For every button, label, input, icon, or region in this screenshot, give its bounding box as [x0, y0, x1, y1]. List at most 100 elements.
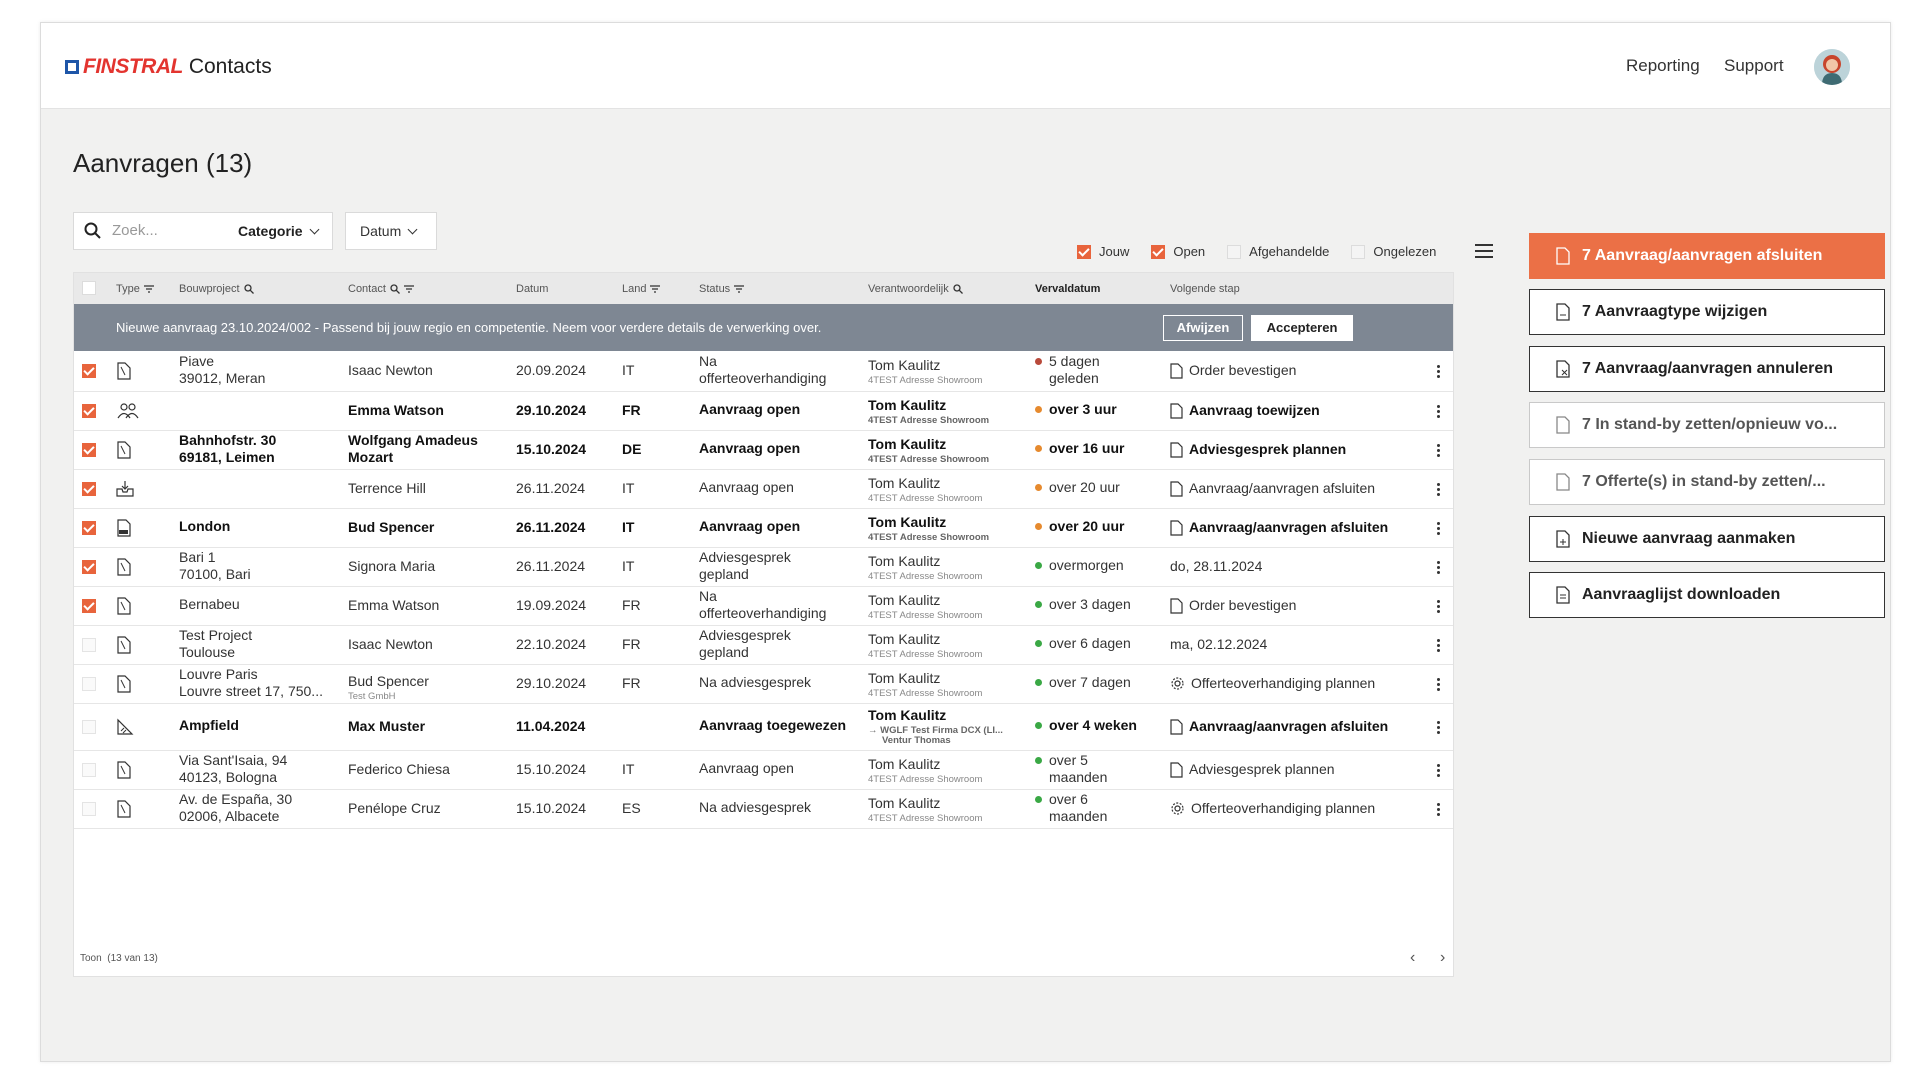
col-datum[interactable]: Datum	[516, 283, 548, 295]
responsible-cell[interactable]: Tom Kaulitz 4TEST Adresse Showroom	[868, 592, 1033, 622]
responsible-cell[interactable]: Tom Kaulitz 4TEST Adresse Showroom	[868, 756, 1033, 786]
table-row[interactable]: Bari 1 70100, Bari Signora Maria 26.11.2024…	[74, 547, 1453, 587]
next-step-cell[interactable]: Adviesgesprek plannen	[1170, 441, 1430, 458]
responsible-cell[interactable]: Tom Kaulitz 4TEST Adresse Showroom	[868, 553, 1033, 583]
finstral-logo[interactable]: FINSTRAL Contacts	[65, 55, 272, 79]
contact-cell[interactable]: Emma Watson	[348, 402, 513, 419]
action-cancel-requests[interactable]: 7 Aanvraag/aanvragen annuleren	[1529, 346, 1885, 392]
row-checkbox[interactable]	[82, 364, 96, 378]
action-change-type[interactable]: 7 Aanvraagtype wijzigen	[1529, 289, 1885, 335]
row-checkbox[interactable]	[82, 676, 96, 691]
responsible-cell[interactable]: Tom Kaulitz 4TEST Adresse Showroom	[868, 357, 1033, 387]
filter-open[interactable]: Open	[1151, 244, 1205, 259]
column-menu-icon[interactable]	[1475, 244, 1493, 262]
row-menu-icon[interactable]	[1437, 802, 1440, 818]
responsible-cell[interactable]: Tom Kaulitz 4TEST Adresse Showroom	[868, 475, 1033, 505]
contact-cell[interactable]: Isaac Newton	[348, 636, 513, 653]
row-menu-icon[interactable]	[1437, 763, 1440, 779]
filter-ongelezen[interactable]: Ongelezen	[1351, 244, 1436, 259]
next-step-cell[interactable]: Aanvraag/aanvragen afsluiten	[1170, 519, 1430, 536]
row-checkbox[interactable]	[82, 719, 96, 734]
row-menu-icon[interactable]	[1437, 638, 1440, 654]
project-cell[interactable]: Bernabeu	[179, 596, 344, 613]
project-cell[interactable]: Av. de España, 30 02006, Albacete	[179, 791, 344, 825]
accept-button[interactable]: Accepteren	[1251, 315, 1353, 341]
date-dropdown[interactable]: Datum	[345, 212, 437, 250]
table-row[interactable]: Piave 39012, Meran Isaac Newton 20.09.2024 I…	[74, 351, 1453, 392]
action-new-request[interactable]: Nieuwe aanvraag aanmaken	[1529, 516, 1885, 562]
responsible-cell[interactable]: Tom Kaulitz → WGLF Test Firma DCX (LI... V…	[868, 707, 1033, 747]
contact-cell[interactable]: Bud Spencer Test GmbH	[348, 673, 513, 703]
responsible-cell[interactable]: Tom Kaulitz 4TEST Adresse Showroom	[868, 631, 1033, 661]
row-menu-icon[interactable]	[1437, 404, 1440, 420]
col-verantwoordelijk[interactable]: Verantwoordelijk	[868, 283, 963, 295]
next-step-cell[interactable]: Offerteoverhandiging plannen	[1170, 675, 1430, 692]
col-type[interactable]: Type	[116, 283, 154, 295]
row-menu-icon[interactable]	[1437, 720, 1440, 736]
row-checkbox[interactable]	[82, 520, 96, 535]
table-row[interactable]: Emma Watson 29.10.2024 FR Aanvraag open Tom …	[74, 391, 1453, 431]
user-avatar[interactable]	[1814, 49, 1850, 85]
project-cell[interactable]: Bahnhofstr. 30 69181, Leimen	[179, 432, 344, 466]
reject-button[interactable]: Afwijzen	[1163, 315, 1243, 341]
row-checkbox[interactable]	[82, 801, 96, 816]
contact-cell[interactable]: Emma Watson	[348, 597, 513, 614]
next-step-cell[interactable]: Adviesgesprek plannen	[1170, 761, 1430, 778]
next-step-cell[interactable]: Aanvraag/aanvragen afsluiten	[1170, 718, 1430, 735]
row-menu-icon[interactable]	[1437, 443, 1440, 459]
table-row[interactable]: Bahnhofstr. 30 69181, Leimen Wolfgang Amad…	[74, 430, 1453, 470]
table-row[interactable]: London Bud Spencer 26.11.2024 IT Aanvraag op…	[74, 508, 1453, 548]
table-row[interactable]: Louvre Paris Louvre street 17, 750... Bud …	[74, 664, 1453, 704]
table-row[interactable]: Bernabeu Emma Watson 19.09.2024 FR Na offerte…	[74, 586, 1453, 626]
project-cell[interactable]: Louvre Paris Louvre street 17, 750...	[179, 666, 344, 700]
action-offer-standby[interactable]: 7 Offerte(s) in stand-by zetten/...	[1529, 459, 1885, 505]
next-step-cell[interactable]: Order bevestigen	[1170, 597, 1430, 614]
contact-cell[interactable]: Max Muster	[348, 718, 513, 735]
responsible-cell[interactable]: Tom Kaulitz 4TEST Adresse Showroom	[868, 514, 1033, 544]
contact-cell[interactable]: Federico Chiesa	[348, 761, 513, 778]
row-menu-icon[interactable]	[1437, 560, 1440, 576]
contact-cell[interactable]: Isaac Newton	[348, 362, 513, 379]
row-checkbox[interactable]	[82, 762, 96, 777]
project-cell[interactable]: London	[179, 518, 344, 535]
filter-jouw[interactable]: Jouw	[1077, 244, 1129, 259]
responsible-cell[interactable]: Tom Kaulitz 4TEST Adresse Showroom	[868, 670, 1033, 700]
table-row[interactable]: Terrence Hill 26.11.2024 IT Aanvraag open To…	[74, 469, 1453, 509]
next-step-cell[interactable]: Offerteoverhandiging plannen	[1170, 800, 1430, 817]
row-menu-icon[interactable]	[1437, 482, 1440, 498]
row-checkbox[interactable]	[82, 403, 96, 418]
row-checkbox[interactable]	[82, 481, 96, 496]
col-status[interactable]: Status	[699, 283, 745, 295]
project-cell[interactable]: Test Project Toulouse	[179, 627, 344, 661]
action-standby[interactable]: 7 In stand-by zetten/opnieuw vo...	[1529, 402, 1885, 448]
col-land[interactable]: Land	[622, 283, 661, 295]
next-step-cell[interactable]: Aanvraag/aanvragen afsluiten	[1170, 480, 1430, 497]
project-cell[interactable]: Piave 39012, Meran	[179, 353, 344, 387]
contact-cell[interactable]: Wolfgang Amadeus Mozart	[348, 432, 513, 466]
project-cell[interactable]: Bari 1 70100, Bari	[179, 549, 344, 583]
next-step-cell[interactable]: Order bevestigen	[1170, 362, 1430, 379]
col-bouwproject[interactable]: Bouwproject	[179, 283, 254, 295]
category-dropdown[interactable]: Categorie	[238, 223, 320, 239]
contact-cell[interactable]: Penélope Cruz	[348, 800, 513, 817]
responsible-cell[interactable]: Tom Kaulitz 4TEST Adresse Showroom	[868, 795, 1033, 825]
row-menu-icon[interactable]	[1437, 365, 1440, 380]
next-step-cell[interactable]: ma, 02.12.2024	[1170, 636, 1430, 653]
row-checkbox[interactable]	[82, 559, 96, 574]
responsible-cell[interactable]: Tom Kaulitz 4TEST Adresse Showroom	[868, 436, 1033, 466]
row-checkbox[interactable]	[82, 598, 96, 613]
table-row[interactable]: Av. de España, 30 02006, Albacete Penélope…	[74, 789, 1453, 829]
project-cell[interactable]: Ampfield	[179, 717, 344, 734]
row-menu-icon[interactable]	[1437, 521, 1440, 537]
action-download-list[interactable]: Aanvraaglijst downloaden	[1529, 572, 1885, 618]
table-row[interactable]: Test Project Toulouse Isaac Newton 22.10.20…	[74, 625, 1453, 665]
action-close-requests[interactable]: 7 Aanvraag/aanvragen afsluiten	[1529, 233, 1885, 279]
next-page-icon[interactable]: ›	[1440, 949, 1445, 967]
next-step-cell[interactable]: do, 28.11.2024	[1170, 558, 1430, 575]
search-input[interactable]	[110, 221, 224, 240]
table-row[interactable]: Via Sant'Isaia, 94 40123, Bologna Federico…	[74, 750, 1453, 790]
row-checkbox[interactable]	[82, 637, 96, 652]
contact-cell[interactable]: Signora Maria	[348, 558, 513, 575]
col-vervaldatum[interactable]: Vervaldatum	[1035, 283, 1100, 295]
project-cell[interactable]: Via Sant'Isaia, 94 40123, Bologna	[179, 752, 344, 786]
